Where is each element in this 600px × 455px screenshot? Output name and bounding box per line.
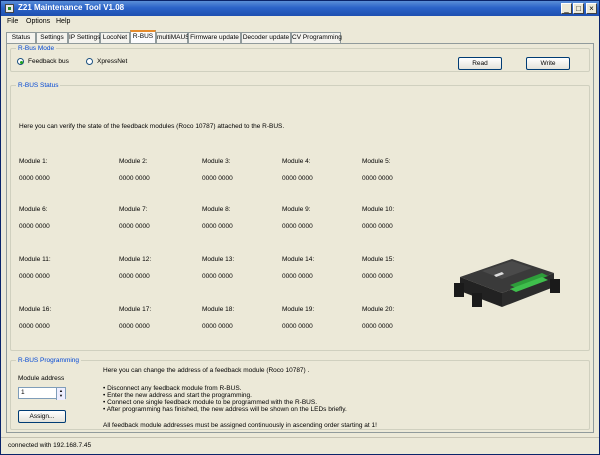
module-20-label: Module 20:	[362, 306, 395, 313]
rbus-panel: R-Bus Mode Feedback bus XpressNet Read W…	[6, 43, 594, 433]
programming-intro: Here you can change the address of a fee…	[103, 367, 310, 374]
assign-button[interactable]: Assign...	[18, 410, 66, 423]
module-11-label: Module 11:	[19, 256, 51, 263]
module-7-value: 0000 0000	[119, 223, 150, 230]
tab-cv-programming[interactable]: CV Programming	[291, 32, 342, 43]
tab-ip-settings[interactable]: IP Settings	[68, 32, 100, 43]
module-18-label: Module 18:	[202, 306, 235, 313]
feedback-module-image	[454, 259, 560, 307]
tab-multimaus[interactable]: multiMAUS	[156, 32, 190, 43]
rbus-mode-group: R-Bus Mode Feedback bus XpressNet Read W…	[10, 45, 590, 72]
write-button[interactable]: Write	[526, 57, 570, 70]
module-5-label: Module 5:	[362, 158, 391, 165]
rbus-status-description: Here you can verify the state of the fee…	[19, 123, 285, 130]
module-7-label: Module 7:	[119, 206, 148, 213]
module-16-value: 0000 0000	[19, 323, 50, 330]
programming-step-4: • After programming has finished, the ne…	[103, 406, 347, 413]
window-title: Z21 Maintenance Tool V1.08	[18, 3, 125, 12]
menu-file[interactable]: File	[7, 18, 18, 25]
module-12-value: 0000 0000	[119, 273, 150, 280]
read-button[interactable]: Read	[458, 57, 502, 70]
rbus-mode-label: R-Bus Mode	[16, 45, 57, 52]
tab-loconet[interactable]: LocoNet	[100, 32, 130, 43]
module-1-label: Module 1:	[19, 158, 48, 165]
programming-note: All feedback module addresses must be as…	[103, 422, 377, 429]
minimize-button[interactable]: _	[561, 3, 572, 14]
module-4-label: Module 4:	[282, 158, 311, 165]
module-15-value: 0000 0000	[362, 273, 393, 280]
module-14-value: 0000 0000	[282, 273, 313, 280]
module-5-value: 0000 0000	[362, 175, 393, 182]
menu-bar: File Options Help	[1, 16, 599, 28]
programming-step-3: • Connect one single feedback module to …	[103, 399, 318, 406]
module-10-value: 0000 0000	[362, 223, 393, 230]
radio-xpressnet[interactable]: XpressNet	[86, 58, 127, 65]
module-6-value: 0000 0000	[19, 223, 50, 230]
module-18-value: 0000 0000	[202, 323, 233, 330]
module-13-label: Module 13:	[202, 256, 235, 263]
app-window: Z21 Maintenance Tool V1.08 _ □ × File Op…	[0, 0, 600, 455]
module-17-value: 0000 0000	[119, 323, 150, 330]
module-9-value: 0000 0000	[282, 223, 313, 230]
radio-feedback-bus[interactable]: Feedback bus	[17, 58, 69, 65]
module-8-value: 0000 0000	[202, 223, 233, 230]
tab-status[interactable]: Status	[6, 32, 36, 43]
module-19-value: 0000 0000	[282, 323, 313, 330]
module-17-label: Module 17:	[119, 306, 152, 313]
module-14-label: Module 14:	[282, 256, 315, 263]
module-1-value: 0000 0000	[19, 175, 50, 182]
module-9-label: Module 9:	[282, 206, 311, 213]
menu-help[interactable]: Help	[56, 18, 70, 25]
menu-options[interactable]: Options	[26, 18, 50, 25]
status-bar: connected with 192.168.7.45	[1, 437, 599, 454]
rbus-status-label: R-BUS Status	[16, 82, 61, 89]
rbus-programming-group: R-BUS Programming Module address 1 ▲ ▼ As…	[10, 357, 590, 430]
tab-settings[interactable]: Settings	[36, 32, 68, 43]
module-address-label: Module address	[18, 375, 65, 382]
tab-decoder-update[interactable]: Decoder update	[241, 32, 291, 43]
programming-step-2: • Enter the new address and start the pr…	[103, 392, 252, 399]
rbus-programming-label: R-BUS Programming	[16, 357, 82, 364]
module-2-label: Module 2:	[119, 158, 148, 165]
module-3-label: Module 3:	[202, 158, 231, 165]
module-16-label: Module 16:	[19, 306, 52, 313]
radio-unchecked-icon	[86, 58, 93, 65]
close-button[interactable]: ×	[586, 3, 597, 14]
tab-rbus[interactable]: R-BUS	[130, 30, 156, 43]
radio-xpressnet-label: XpressNet	[97, 58, 128, 65]
module-6-label: Module 6:	[19, 206, 48, 213]
spin-arrows-icon[interactable]: ▲ ▼	[56, 388, 65, 400]
module-2-value: 0000 0000	[119, 175, 150, 182]
app-icon	[5, 4, 14, 13]
module-15-label: Module 15:	[362, 256, 395, 263]
module-19-label: Module 19:	[282, 306, 315, 313]
module-11-value: 0000 0000	[19, 273, 50, 280]
maximize-button[interactable]: □	[573, 3, 584, 14]
radio-checked-icon	[17, 58, 24, 65]
module-address-value: 1	[21, 389, 25, 396]
tab-firmware-update[interactable]: Firmware update	[188, 32, 241, 43]
module-8-label: Module 8:	[202, 206, 231, 213]
module-4-value: 0000 0000	[282, 175, 313, 182]
radio-feedback-bus-label: Feedback bus	[28, 58, 69, 65]
module-10-label: Module 10:	[362, 206, 395, 213]
module-20-value: 0000 0000	[362, 323, 393, 330]
module-address-input[interactable]: 1 ▲ ▼	[18, 387, 66, 400]
title-bar[interactable]: Z21 Maintenance Tool V1.08 _ □ ×	[1, 1, 599, 16]
module-3-value: 0000 0000	[202, 175, 233, 182]
module-12-label: Module 12:	[119, 256, 152, 263]
programming-step-1: • Disconnect any feedback module from R-…	[103, 385, 242, 392]
module-13-value: 0000 0000	[202, 273, 233, 280]
connection-status: connected with 192.168.7.45	[8, 442, 92, 449]
